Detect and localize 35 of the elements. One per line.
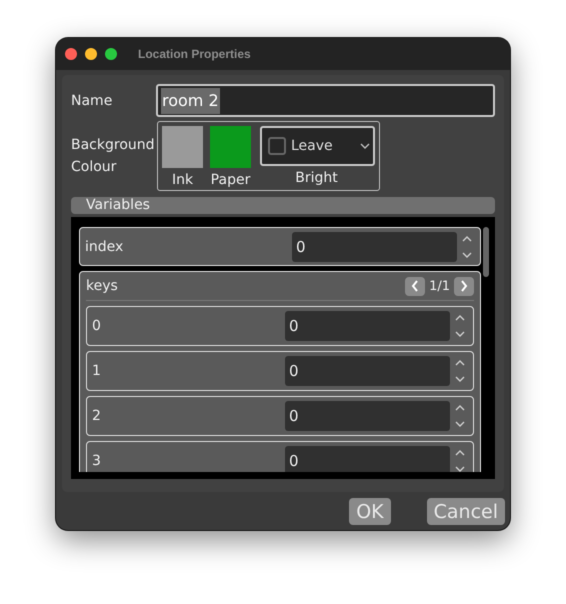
swatch-label: Ink — [172, 172, 194, 188]
background-colour-label: Background Colour — [71, 136, 156, 177]
zoom-button[interactable] — [105, 48, 117, 60]
bright-checkbox[interactable] — [268, 137, 286, 155]
key-label: 3 — [92, 453, 102, 469]
chevron-down-icon — [360, 143, 370, 149]
name-label: Name — [71, 92, 114, 108]
key-label: 1 — [92, 363, 102, 379]
number-field[interactable]: 0 — [285, 446, 450, 472]
number-field[interactable]: 0 — [292, 232, 457, 262]
minimize-button[interactable] — [85, 48, 97, 60]
number-field[interactable]: 0 — [285, 356, 450, 386]
chevron-right-icon — [460, 280, 468, 292]
next-page-button[interactable] — [454, 276, 474, 296]
key-label: 0 — [92, 318, 102, 334]
window-title: Location Properties — [138, 47, 251, 61]
number-field[interactable]: 0 — [285, 311, 450, 341]
name-value: room 2 — [161, 88, 220, 114]
swatch-label: Paper — [210, 172, 250, 188]
colour-swatch[interactable] — [210, 126, 251, 168]
key-label: 2 — [92, 408, 102, 424]
bright-label: Bright — [295, 170, 338, 186]
colour-swatch[interactable] — [162, 126, 203, 168]
bright-value: Leave — [291, 138, 334, 154]
keys-label: keys — [86, 278, 119, 294]
variable-label: index — [85, 238, 124, 254]
close-button[interactable] — [65, 48, 77, 60]
variables-header: Variables — [71, 197, 495, 214]
chevron-left-icon — [411, 280, 420, 292]
number-field[interactable]: 0 — [285, 401, 450, 431]
previous-page-button[interactable] — [405, 276, 426, 296]
name-field[interactable]: room 2 — [156, 84, 495, 117]
page-indicator: 1/1 — [429, 278, 450, 294]
scrollbar-thumb[interactable] — [483, 227, 489, 277]
bright-dropdown[interactable]: Leave — [260, 126, 375, 166]
